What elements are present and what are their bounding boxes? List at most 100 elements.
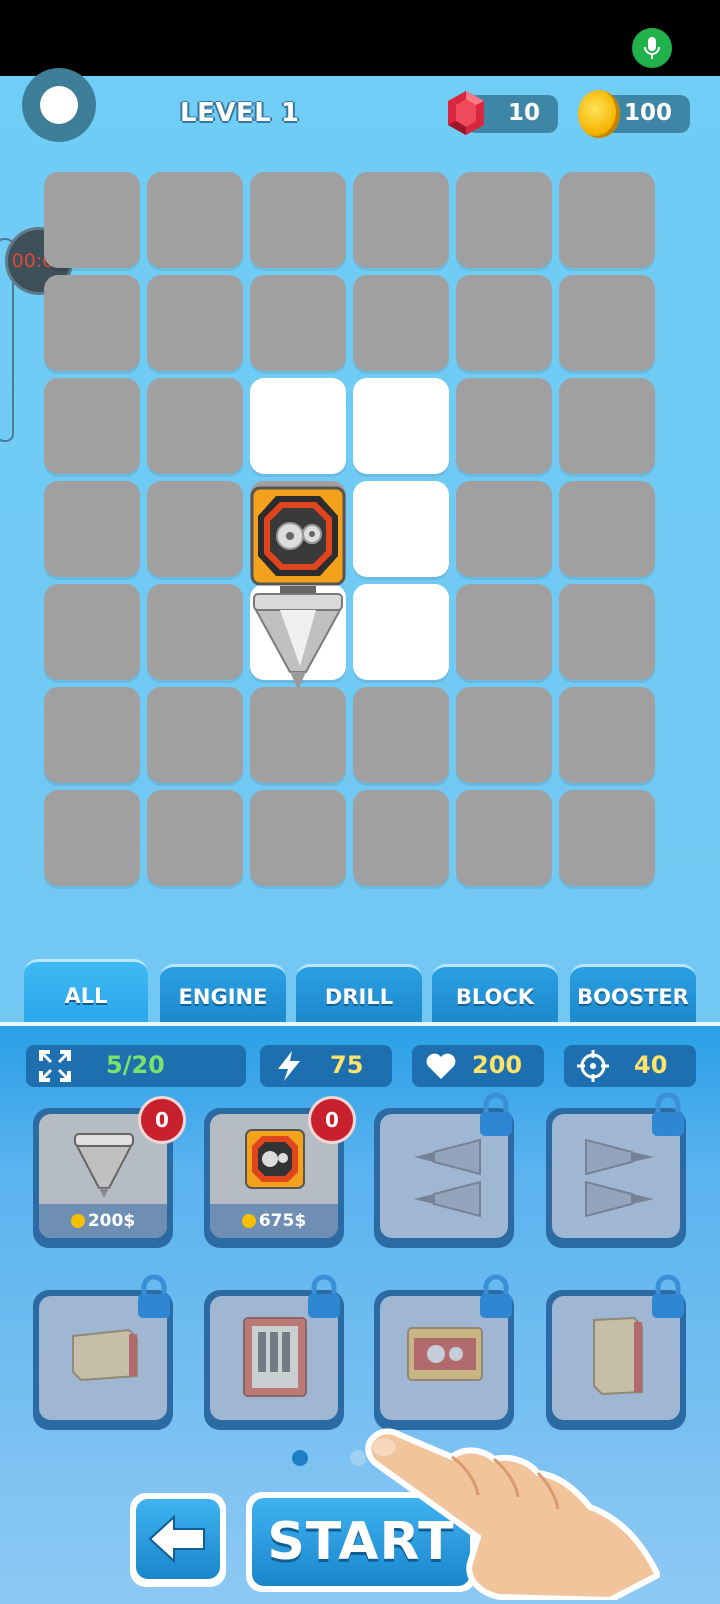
grid-cell[interactable] xyxy=(44,275,140,371)
category-tabs: ALL ENGINE DRILL BLOCK BOOSTER xyxy=(0,959,720,1029)
heart-icon xyxy=(426,1053,456,1079)
grid-cell[interactable] xyxy=(44,584,140,680)
wall-block-icon xyxy=(593,1316,643,1396)
drill-count: 0 xyxy=(155,1108,169,1132)
grid-cell-open[interactable] xyxy=(353,481,449,577)
tab-drill[interactable]: DRILL xyxy=(296,964,422,1026)
engine-block-icon xyxy=(243,1317,307,1397)
grid-cell[interactable] xyxy=(44,172,140,268)
grid-cell[interactable] xyxy=(559,172,655,268)
grid-cell[interactable] xyxy=(44,378,140,474)
wood-block-icon xyxy=(72,1328,138,1382)
engine-piece[interactable] xyxy=(250,486,346,586)
drill-piece[interactable] xyxy=(250,586,346,692)
side-drill-icon xyxy=(585,1138,654,1218)
grid-cell-open[interactable] xyxy=(250,378,346,474)
grid-cell[interactable] xyxy=(147,790,243,886)
lock-icon xyxy=(138,1274,170,1318)
grid-cell[interactable] xyxy=(456,378,552,474)
lock-icon xyxy=(652,1274,684,1318)
double-drill-icon xyxy=(414,1138,481,1218)
power-value: 75 xyxy=(330,1051,364,1079)
ruby-gem-icon xyxy=(448,91,484,135)
gem-count: 10 xyxy=(507,100,540,126)
tab-engine[interactable]: ENGINE xyxy=(160,964,286,1026)
tab-all-label: ALL xyxy=(64,983,108,1008)
tutorial-hand-pointer xyxy=(365,1428,660,1600)
grid-cell[interactable] xyxy=(456,687,552,783)
lock-icon xyxy=(480,1092,512,1136)
grid-cell[interactable] xyxy=(559,584,655,680)
status-bar xyxy=(0,0,720,76)
tab-all[interactable]: ALL xyxy=(24,959,148,1029)
tab-engine-label: ENGINE xyxy=(178,984,268,1009)
microphone-icon xyxy=(632,28,672,68)
grid-cell[interactable] xyxy=(559,687,655,783)
grid-cell[interactable] xyxy=(250,790,346,886)
grid-cell-open[interactable] xyxy=(353,378,449,474)
grid-cell[interactable] xyxy=(250,687,346,783)
tab-booster-label: BOOSTER xyxy=(577,984,689,1009)
aim-stat: 40 xyxy=(564,1045,696,1087)
grid-cell[interactable] xyxy=(44,481,140,577)
tab-booster[interactable]: BOOSTER xyxy=(570,964,696,1026)
gear-block-icon xyxy=(407,1327,483,1381)
grid-cell[interactable] xyxy=(353,172,449,268)
grid-cell[interactable] xyxy=(250,275,346,371)
lock-icon xyxy=(308,1274,340,1318)
tab-drill-label: DRILL xyxy=(324,984,394,1009)
power-stat: 75 xyxy=(260,1045,392,1087)
coin-count: 100 xyxy=(623,100,672,126)
tab-block[interactable]: BLOCK xyxy=(432,964,558,1026)
grid-cell[interactable] xyxy=(147,584,243,680)
size-value: 5/20 xyxy=(106,1051,165,1079)
grid-cell[interactable] xyxy=(353,687,449,783)
health-value: 200 xyxy=(472,1051,523,1079)
crosshair-icon xyxy=(577,1050,609,1082)
grid-cell[interactable] xyxy=(456,584,552,680)
back-button[interactable] xyxy=(130,1493,226,1587)
lock-icon xyxy=(480,1274,512,1318)
page-dot-active[interactable] xyxy=(292,1450,308,1466)
grid-cell[interactable] xyxy=(147,275,243,371)
size-stat: 5/20 xyxy=(26,1045,246,1087)
tab-block-label: BLOCK xyxy=(455,984,535,1009)
grid-cell[interactable] xyxy=(147,378,243,474)
grid-cell[interactable] xyxy=(456,790,552,886)
engine-count: 0 xyxy=(325,1108,339,1132)
grid-cell[interactable] xyxy=(250,172,346,268)
drill-count-badge: 0 xyxy=(138,1096,186,1144)
arrow-left-icon xyxy=(148,1515,205,1563)
grid-cell[interactable] xyxy=(456,172,552,268)
grid-cell[interactable] xyxy=(353,275,449,371)
grid-cell[interactable] xyxy=(559,275,655,371)
grid-cell[interactable] xyxy=(44,687,140,783)
grid-cell[interactable] xyxy=(559,481,655,577)
grid-cell[interactable] xyxy=(353,790,449,886)
menu-button[interactable] xyxy=(22,68,96,142)
expand-icon xyxy=(39,1050,71,1082)
grid-cell[interactable] xyxy=(456,481,552,577)
grid-cell[interactable] xyxy=(559,378,655,474)
back-button-face xyxy=(136,1499,220,1579)
grid-cell[interactable] xyxy=(147,687,243,783)
drill-icon xyxy=(74,1133,134,1198)
grid-cell[interactable] xyxy=(147,481,243,577)
grid-cell[interactable] xyxy=(559,790,655,886)
engine-icon xyxy=(245,1129,305,1189)
lightning-icon xyxy=(278,1051,300,1081)
aim-value: 40 xyxy=(634,1051,668,1079)
drill-price-tag: 200$ xyxy=(39,1204,167,1238)
health-stat: 200 xyxy=(412,1045,544,1087)
engine-price-tag: 675$ xyxy=(210,1204,338,1238)
engine-count-badge: 0 xyxy=(308,1096,356,1144)
level-title: LEVEL 1 xyxy=(180,98,300,128)
coin-icon xyxy=(241,1214,256,1228)
grid-cell[interactable] xyxy=(147,172,243,268)
gold-coin-icon xyxy=(578,90,620,138)
grid-cell-open[interactable] xyxy=(353,584,449,680)
drill-price: 200$ xyxy=(87,1211,136,1231)
grid-cell[interactable] xyxy=(456,275,552,371)
grid-cell[interactable] xyxy=(44,790,140,886)
menu-dot-icon xyxy=(40,86,78,124)
